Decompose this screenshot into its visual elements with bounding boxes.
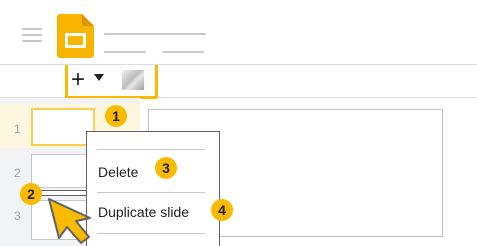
slide-number: 2 [14, 166, 21, 180]
menu-divider [97, 192, 205, 193]
title-placeholder [104, 33, 206, 35]
app-header [0, 0, 477, 65]
menu-placeholder [104, 51, 146, 53]
new-slide-button[interactable]: + [69, 68, 87, 92]
cursor-arrow-icon [48, 198, 91, 244]
slide-number: 1 [14, 122, 21, 136]
slide-number: 3 [14, 209, 21, 223]
layout-thumbnail-icon[interactable] [122, 70, 144, 90]
delete-menu-item[interactable]: Delete [98, 163, 138, 181]
callout-badge-3: 3 [155, 157, 177, 179]
app-window: + 1 2 3 Delete Duplicate slide 1 2 3 4 [0, 0, 477, 246]
callout-badge-1: 1 [105, 105, 127, 127]
caret-down-icon[interactable] [94, 74, 104, 81]
hamburger-icon[interactable] [22, 28, 42, 42]
callout-badge-4: 4 [211, 199, 233, 221]
menu-divider [97, 149, 205, 150]
menu-placeholder [162, 51, 204, 53]
slides-logo-icon[interactable] [57, 14, 94, 58]
callout-badge-2: 2 [20, 183, 42, 205]
